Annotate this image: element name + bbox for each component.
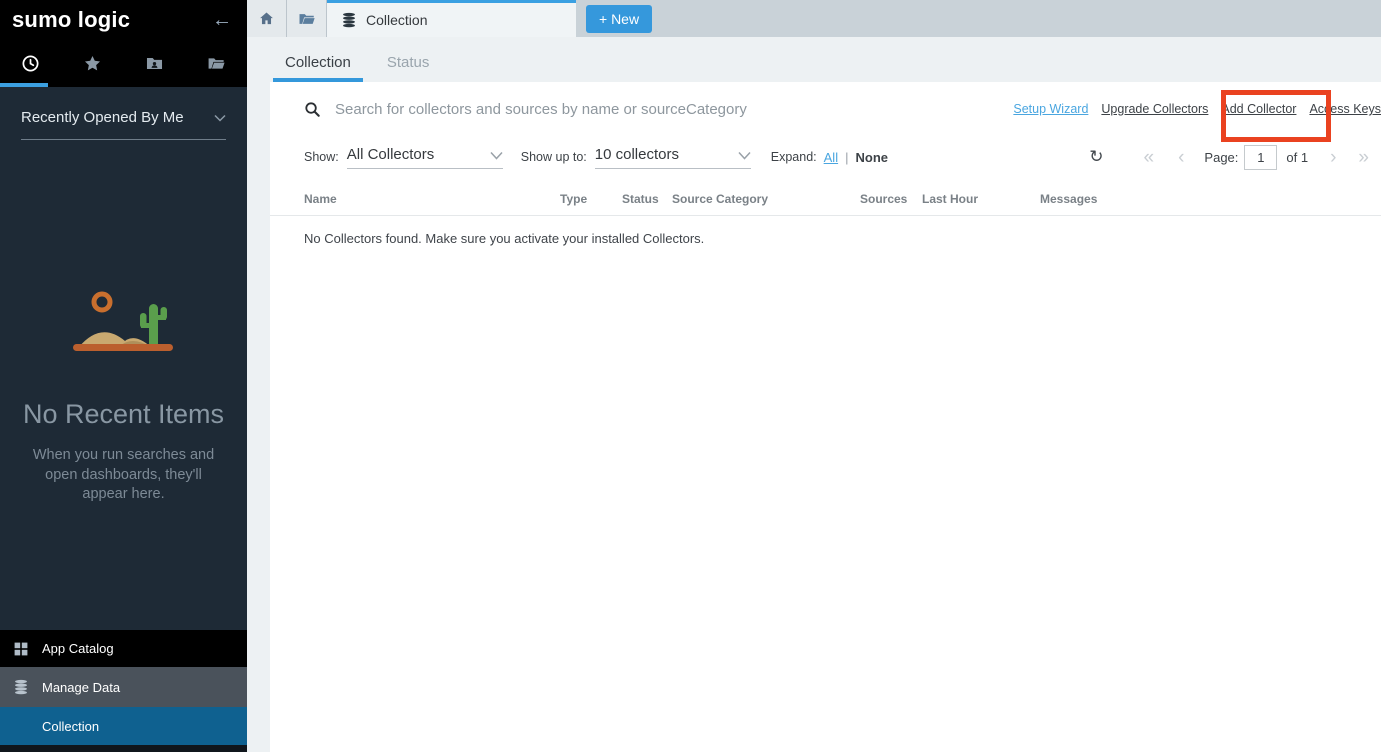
chevron-down-icon bbox=[490, 151, 503, 163]
sidebar-bottom-nav: App Catalog Manage Data Collection bbox=[0, 630, 247, 752]
sidebar-next-row-sliver bbox=[0, 745, 247, 752]
column-header-sources[interactable]: Sources bbox=[860, 192, 922, 206]
refresh-icon[interactable]: ↻ bbox=[1089, 147, 1103, 167]
home-icon bbox=[258, 10, 275, 27]
sidebar-tab-library[interactable] bbox=[185, 40, 247, 87]
pagination-controls: ↻ « ‹ Page: of 1 › » bbox=[1089, 136, 1381, 178]
grid-icon bbox=[12, 641, 30, 657]
column-header-type[interactable]: Type bbox=[560, 192, 622, 206]
no-recent-items-description: When you run searches and open dashboard… bbox=[21, 446, 226, 505]
desert-illustration bbox=[63, 288, 185, 364]
page-number-input[interactable] bbox=[1244, 145, 1277, 170]
sidebar-body: Recently Opened By Me No Rece bbox=[0, 109, 247, 505]
expand-label: Expand: bbox=[771, 150, 817, 164]
setup-wizard-link[interactable]: Setup Wizard bbox=[1013, 102, 1088, 116]
home-button[interactable] bbox=[247, 0, 287, 37]
sumo-logic-logo: sumo logic bbox=[12, 7, 130, 33]
show-label: Show: bbox=[304, 150, 339, 164]
sidebar-item-collection[interactable]: Collection bbox=[0, 707, 247, 745]
limit-dropdown[interactable]: 10 collectors bbox=[595, 146, 751, 169]
open-folder-icon bbox=[298, 10, 316, 28]
app-catalog-label: App Catalog bbox=[42, 641, 114, 656]
upgrade-collectors-link[interactable]: Upgrade Collectors bbox=[1101, 102, 1208, 116]
column-header-last-hour[interactable]: Last Hour bbox=[922, 192, 1040, 206]
collection-tab[interactable]: Collection bbox=[327, 0, 576, 37]
show-up-to-label: Show up to: bbox=[521, 150, 587, 164]
previous-page-icon[interactable]: ‹ bbox=[1178, 148, 1184, 167]
recently-opened-dropdown[interactable]: Recently Opened By Me bbox=[21, 109, 226, 140]
sidebar-header: sumo logic ← bbox=[0, 0, 247, 40]
open-folder-icon bbox=[207, 54, 226, 73]
clock-icon bbox=[21, 54, 40, 73]
folder-person-icon bbox=[145, 54, 164, 73]
expand-controls: Expand: All | None bbox=[771, 150, 888, 165]
chevron-down-icon bbox=[738, 151, 751, 163]
left-sidebar: sumo logic ← Recently Opened By Me bbox=[0, 0, 247, 752]
show-collectors-value: All Collectors bbox=[347, 146, 435, 163]
next-page-icon[interactable]: › bbox=[1330, 148, 1336, 167]
search-icon bbox=[304, 101, 321, 118]
sidebar-tab-favorites[interactable] bbox=[62, 40, 124, 87]
collection-content-panel: Setup Wizard Upgrade Collectors Add Coll… bbox=[270, 82, 1381, 752]
collection-tab-label: Collection bbox=[366, 12, 427, 28]
sidebar-item-manage-data[interactable]: Manage Data bbox=[0, 667, 247, 707]
expand-none-link[interactable]: None bbox=[855, 150, 888, 165]
tab-status[interactable]: Status bbox=[375, 54, 442, 82]
main-area: Collection + New Collection Status Setup… bbox=[247, 0, 1381, 752]
collectors-table-header: Name Type Status Source Category Sources… bbox=[270, 183, 1381, 216]
sidebar-item-app-catalog[interactable]: App Catalog bbox=[0, 630, 247, 667]
page-count-label: of 1 bbox=[1286, 150, 1308, 165]
page-label: Page: bbox=[1204, 150, 1238, 165]
chevron-down-icon bbox=[214, 114, 226, 122]
toolbar-links: Setup Wizard Upgrade Collectors Add Coll… bbox=[1013, 82, 1381, 136]
first-page-icon[interactable]: « bbox=[1144, 148, 1155, 167]
sidebar-tab-recents[interactable] bbox=[0, 40, 62, 87]
database-icon bbox=[12, 679, 30, 695]
collection-label: Collection bbox=[42, 719, 99, 734]
search-input[interactable] bbox=[335, 101, 805, 118]
column-header-source-category[interactable]: Source Category bbox=[672, 192, 860, 206]
new-button[interactable]: + New bbox=[586, 5, 652, 33]
tab-collection[interactable]: Collection bbox=[273, 54, 363, 82]
sub-tab-bar: Collection Status bbox=[247, 37, 1381, 82]
sidebar-icon-nav bbox=[0, 40, 247, 87]
last-page-icon[interactable]: » bbox=[1358, 148, 1369, 167]
top-tab-strip: Collection + New bbox=[247, 0, 1381, 37]
add-collector-link[interactable]: Add Collector bbox=[1221, 102, 1296, 116]
recently-opened-label: Recently Opened By Me bbox=[21, 109, 184, 126]
no-recent-items-title: No Recent Items bbox=[21, 399, 226, 430]
star-icon bbox=[83, 54, 102, 73]
expand-all-link[interactable]: All bbox=[824, 150, 838, 165]
collapse-sidebar-icon[interactable]: ← bbox=[212, 10, 232, 30]
limit-value: 10 collectors bbox=[595, 146, 679, 163]
show-collectors-dropdown[interactable]: All Collectors bbox=[347, 146, 503, 169]
recents-empty-state: No Recent Items When you run searches an… bbox=[21, 288, 226, 505]
expand-separator: | bbox=[845, 150, 848, 165]
column-header-messages[interactable]: Messages bbox=[1040, 192, 1381, 206]
filter-row: Show: All Collectors Show up to: 10 coll… bbox=[270, 136, 1381, 178]
active-nav-underline bbox=[0, 83, 48, 87]
database-icon bbox=[341, 12, 357, 28]
search-row: Setup Wizard Upgrade Collectors Add Coll… bbox=[270, 82, 1381, 136]
manage-data-label: Manage Data bbox=[42, 680, 120, 695]
no-collectors-message: No Collectors found. Make sure you activ… bbox=[270, 216, 1381, 246]
sidebar-tab-personal-folder[interactable] bbox=[124, 40, 186, 87]
column-header-name[interactable]: Name bbox=[304, 192, 560, 206]
access-keys-link[interactable]: Access Keys bbox=[1309, 102, 1381, 116]
column-header-status[interactable]: Status bbox=[622, 192, 672, 206]
library-button[interactable] bbox=[287, 0, 327, 37]
